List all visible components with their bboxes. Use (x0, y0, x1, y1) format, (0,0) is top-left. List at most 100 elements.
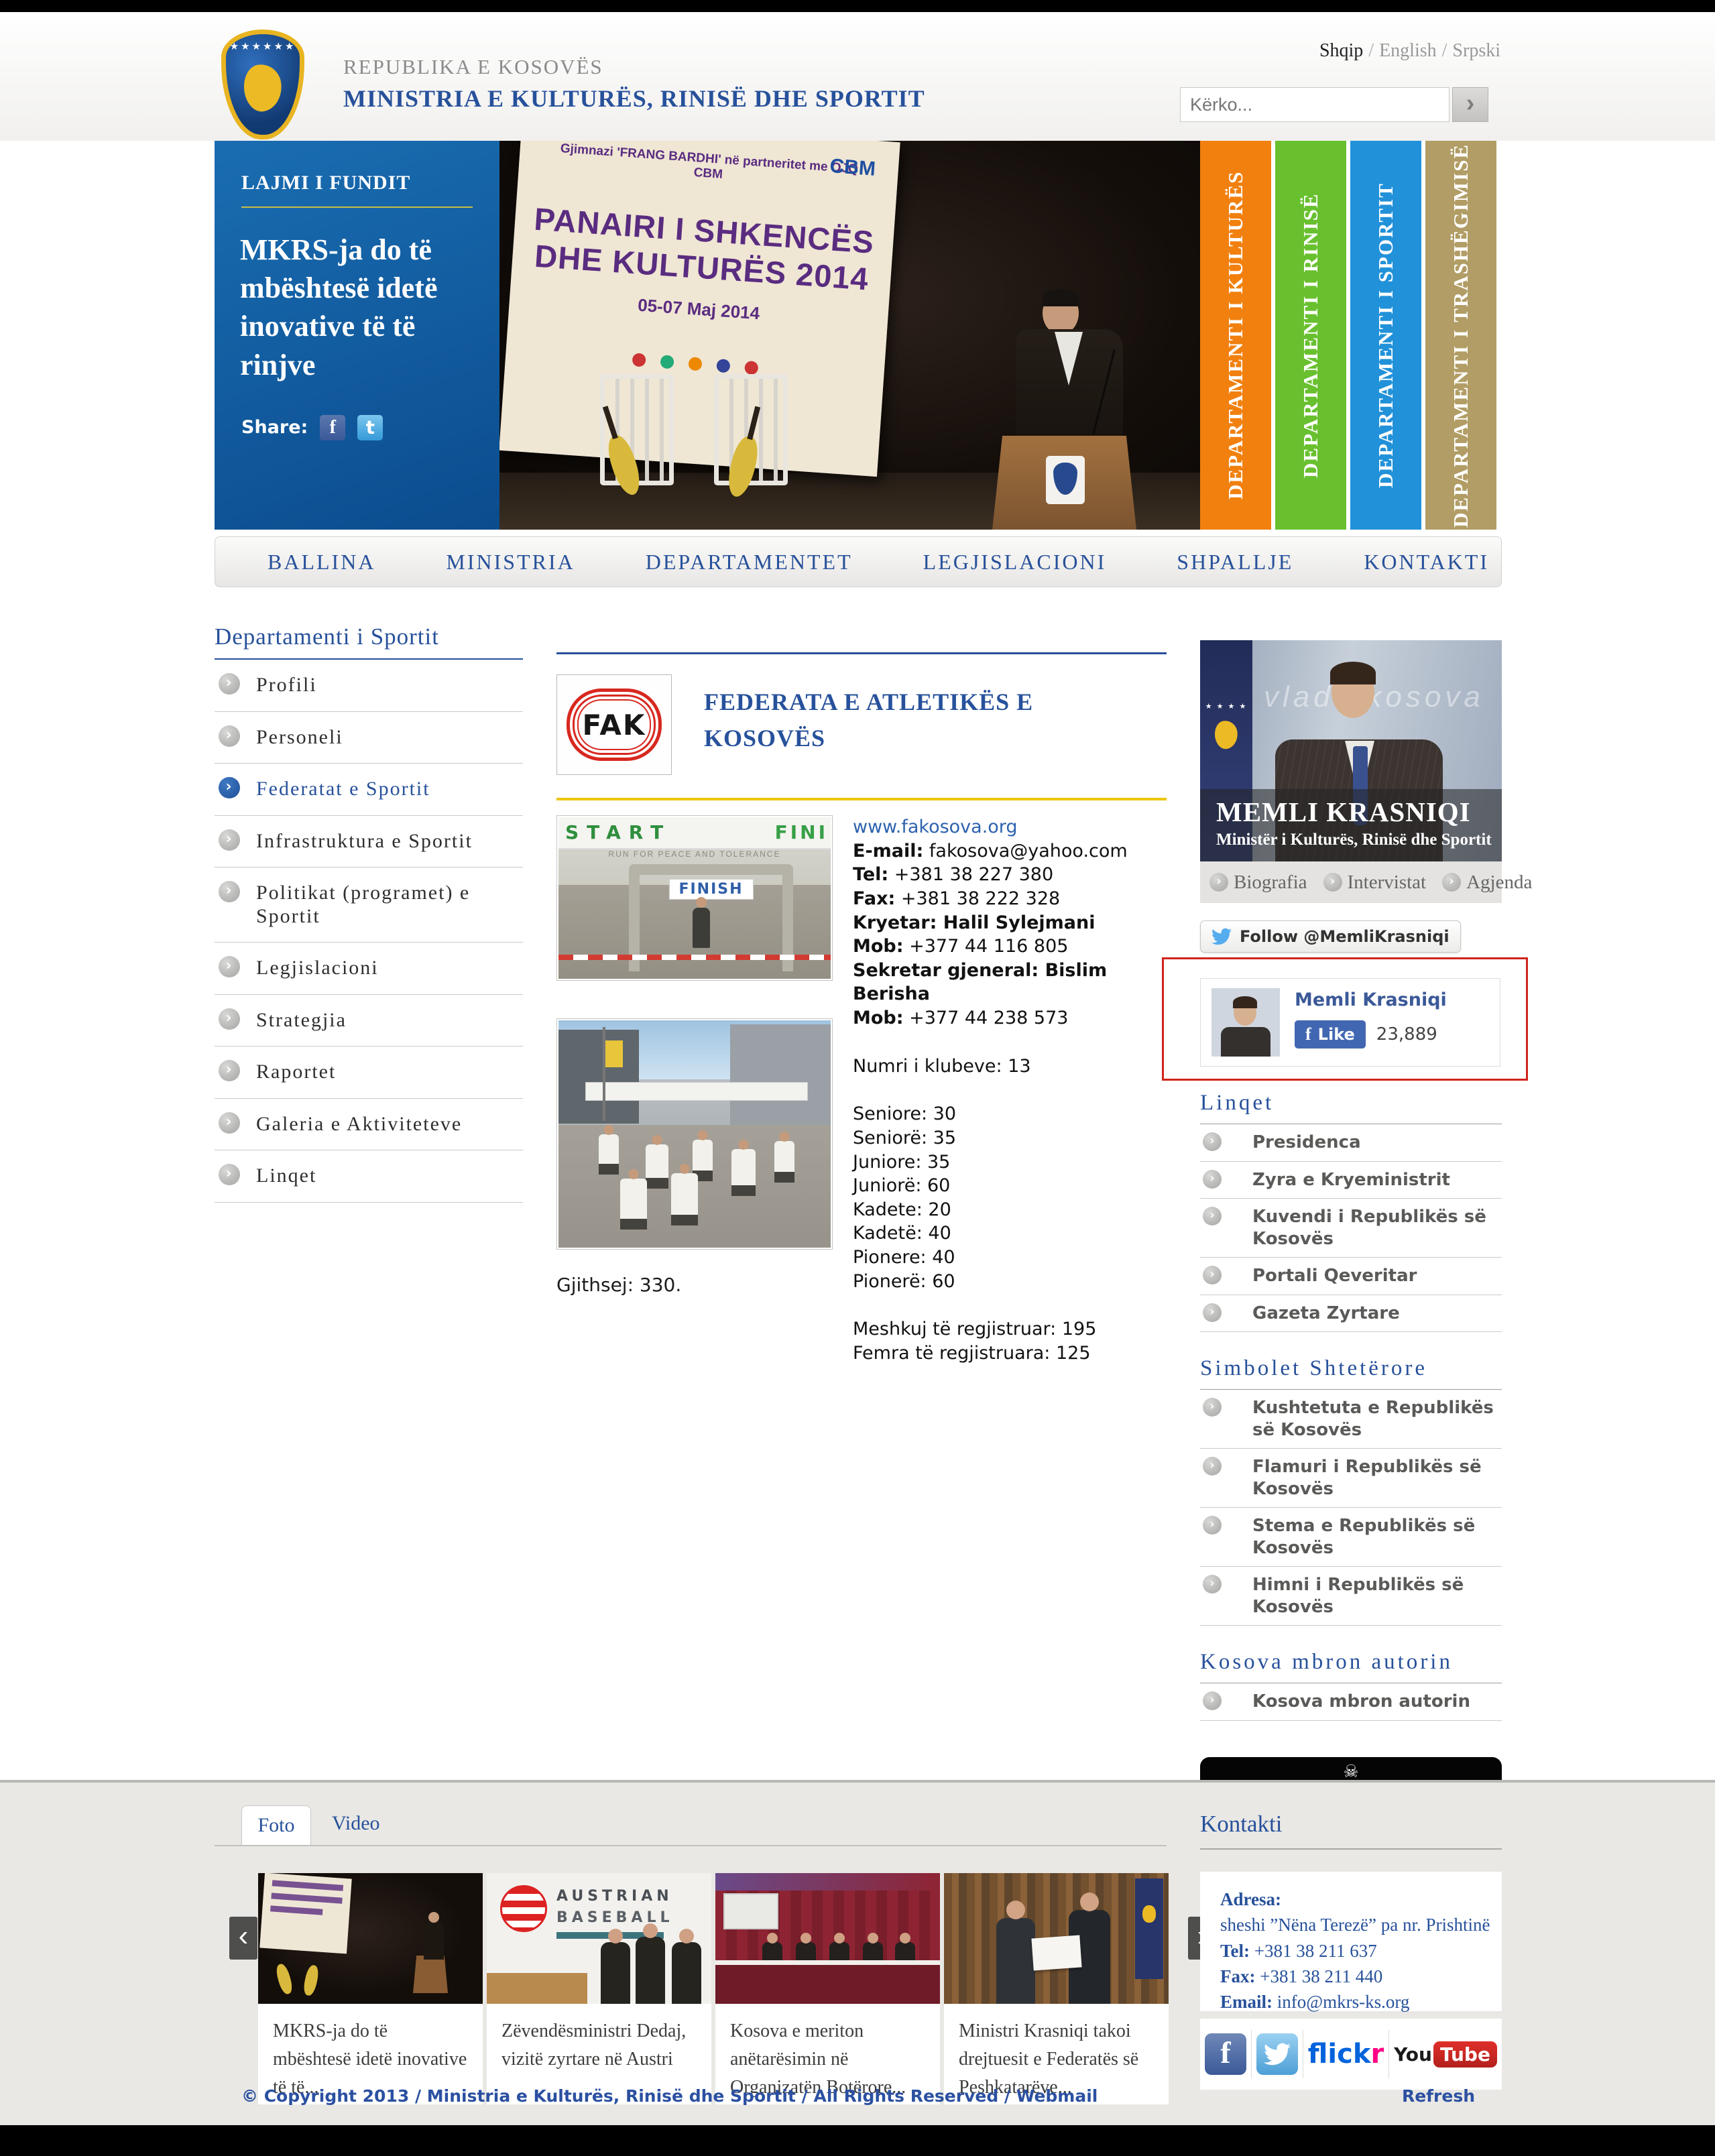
carousel-card[interactable]: Ministri Krasniqi takoi drejtuesit e Fed… (944, 1873, 1169, 2104)
refresh-link[interactable]: Refresh (1402, 2086, 1475, 2106)
lang-english[interactable]: English (1379, 40, 1437, 61)
austrian-text: AUSTRIAN (556, 1888, 673, 1905)
linqet-item-portali[interactable]: ›Portali Qeveritar (1200, 1258, 1502, 1295)
simbolet-item-himni[interactable]: › Himni i Republikës së Kosovës (1200, 1567, 1502, 1626)
category-line: Kadete: 20 (853, 1198, 1167, 1222)
list-item-label: Presidenca (1252, 1132, 1361, 1152)
tab-foto[interactable]: Foto (241, 1805, 311, 1845)
federation-website-link[interactable]: www.fakosova.org (853, 815, 1167, 839)
carousel-card[interactable]: AUSTRIAN BASEBALL Zëvendësministri Dedaj… (487, 1873, 711, 2104)
facebook-like-button[interactable]: fLike (1295, 1020, 1366, 1049)
webmail-link[interactable]: Webmail (1016, 2086, 1098, 2106)
chevron-icon: › (1203, 1207, 1222, 1225)
youtube-icon[interactable]: YouTube (1394, 2041, 1497, 2068)
sidebar-item-raportet[interactable]: ›Raportet (215, 1046, 523, 1099)
sidebar-item-personeli[interactable]: ›Personeli (215, 712, 523, 764)
photo-street-race (558, 1020, 831, 1248)
chevron-icon: › (1203, 1575, 1222, 1594)
lang-separator: / (1442, 40, 1447, 61)
flickr-icon[interactable]: flickr (1308, 2039, 1384, 2070)
facebook-share-icon[interactable]: f (320, 415, 345, 440)
photo-watermark: vlada kosova (1264, 680, 1484, 714)
twitter-follow-button[interactable]: Follow @MemliKrasniqi (1200, 920, 1461, 953)
chevron-icon: › (219, 956, 240, 977)
linqet-item-gazeta[interactable]: ›Gazeta Zyrtare (1200, 1295, 1502, 1333)
carousel-card[interactable]: MKRS-ja do të mbështesë idetë inovative … (258, 1873, 483, 2104)
dept-tab-rinise[interactable]: DEPARTAMENTI I RINISË (1275, 141, 1346, 530)
carousel-prev-button[interactable]: ‹ (229, 1917, 257, 1960)
lang-shqip[interactable]: Shqip (1319, 40, 1363, 61)
footer: Foto Video ‹ › MKRS-ja do të mbështesë i… (0, 1780, 1715, 2125)
category-line: Pionerë: 60 (853, 1270, 1167, 1294)
card-photo-certificate (944, 1873, 1169, 2004)
dept-tab-kultures[interactable]: DEPARTAMENTI I KULTURËS (1200, 141, 1271, 530)
sidebar-item-strategjia[interactable]: ›Strategjia (215, 995, 523, 1047)
facebook-icon[interactable]: f (1205, 2033, 1246, 2075)
content-top-divider (556, 652, 1167, 654)
sidebar-item-infrastruktura[interactable]: ›Infrastruktura e Sportit (215, 816, 523, 868)
news-headline[interactable]: MKRS-ja do të mbështesë idetë inovative … (240, 231, 474, 384)
fini-text: FINI (775, 821, 828, 843)
contact-line: Fax: +381 38 222 328 (853, 887, 1167, 911)
department-sidebar: Departamenti i Sportit ›Profili ›Persone… (215, 623, 523, 1203)
list-item-label: Himni i Republikës së Kosovës (1252, 1575, 1464, 1617)
sidebar-item-galeria[interactable]: › Galeria e Aktiviteteve (215, 1099, 523, 1151)
sidebar-item-profili[interactable]: ›Profili (215, 660, 523, 712)
chevron-icon: › (219, 829, 240, 851)
category-line: Juniorë: 60 (853, 1174, 1167, 1198)
chevron-icon: › (1203, 1170, 1222, 1189)
linqet-item-kryeministri[interactable]: ›Zyra e Kryeministrit (1200, 1162, 1502, 1199)
podium-crest (1046, 456, 1085, 504)
link-intervistat[interactable]: ›Intervistat (1323, 872, 1427, 894)
language-switcher: Shqip/English/Srpski (1319, 40, 1500, 62)
sidebar-item-label: Profili (256, 674, 317, 696)
twitter-share-icon[interactable]: t (357, 415, 383, 440)
kosova-mbron-item[interactable]: ›Kosova mbron autorin (1200, 1683, 1502, 1721)
kontakti-line: Email: info@mkrs-ks.org (1220, 1989, 1502, 2015)
simbolet-title: Simbolet Shtetërore (1200, 1356, 1502, 1390)
card-photo-stage (258, 1873, 483, 2004)
kosovo-emblem-logo[interactable]: ★★★★★★ (221, 29, 304, 139)
sidebar-item-politikat[interactable]: ›Politikat (programet) e Sportit (215, 867, 523, 943)
dept-tab-trashegimise[interactable]: DEPARTAMENTI I TRASHËGIMISË (1425, 141, 1496, 530)
twitter-icon[interactable] (1256, 2033, 1298, 2075)
nav-departamentet[interactable]: DEPARTAMENTET (646, 550, 853, 575)
minister-figure (1332, 666, 1374, 718)
simbolet-item-stema[interactable]: ›Stema e Republikës së Kosovës (1200, 1508, 1502, 1567)
category-line: Kadetë: 40 (853, 1221, 1167, 1246)
chevron-icon: › (1203, 1691, 1222, 1710)
sidebar-item-label: Galeria e Aktiviteteve (256, 1113, 462, 1135)
carousel-card[interactable]: Kosova e meriton anëtarësimin në Organiz… (715, 1873, 940, 2104)
dept-tab-sportit[interactable]: DEPARTAMENTI I SPORTIT (1350, 141, 1421, 530)
sidebar-item-legjislacioni[interactable]: ›Legjislacioni (215, 943, 523, 995)
start-text: START (565, 821, 671, 843)
link-agjenda[interactable]: ›Agjenda (1442, 872, 1532, 894)
facebook-icon: f (1305, 1024, 1311, 1044)
search-input[interactable] (1180, 87, 1450, 122)
simbolet-item-flamuri[interactable]: ›Flamuri i Republikës së Kosovës (1200, 1449, 1502, 1508)
runner-figure (646, 1144, 668, 1178)
linqet-item-kuvendi[interactable]: ›Kuvendi i Republikës së Kosovës (1200, 1199, 1502, 1258)
runner-figure (731, 1149, 756, 1185)
nav-ballina[interactable]: BALLINA (268, 550, 375, 575)
event-banner: CBM Gjimnazi 'FRANG BARDHI' në partnerit… (499, 141, 900, 477)
link-biografia[interactable]: ›Biografia (1209, 872, 1307, 894)
simbolet-item-kushtetuta[interactable]: ›Kushtetuta e Republikës së Kosovës (1200, 1390, 1502, 1449)
copyright-bar: © Copyright 2013 / Ministria e Kulturës,… (215, 2086, 1502, 2106)
lang-srpski[interactable]: Srpski (1452, 40, 1500, 61)
tab-video[interactable]: Video (332, 1812, 380, 1835)
sidebar-item-linqet[interactable]: ›Linqet (215, 1150, 523, 1203)
nav-legjislacioni[interactable]: LEGJISLACIONI (923, 550, 1107, 575)
nav-ministria[interactable]: MINISTRIA (446, 550, 575, 575)
runner-figure (599, 1134, 619, 1164)
sidebar-item-federatat[interactable]: ›Federatat e Sportit (215, 764, 523, 816)
card-photo-conference (715, 1873, 940, 2004)
nav-kontakti[interactable]: KONTAKTI (1364, 550, 1489, 575)
linqet-item-presidenca[interactable]: ›Presidenca (1200, 1124, 1502, 1162)
facebook-profile-link[interactable]: Memli Krasniqi (1295, 990, 1447, 1010)
chevron-icon: › (219, 1112, 240, 1134)
kontakti-underline (1200, 1848, 1502, 1850)
twitter-bird-icon (1211, 926, 1232, 947)
nav-shpallje[interactable]: SHPALLJE (1177, 550, 1293, 575)
search-button[interactable]: › (1452, 87, 1488, 122)
